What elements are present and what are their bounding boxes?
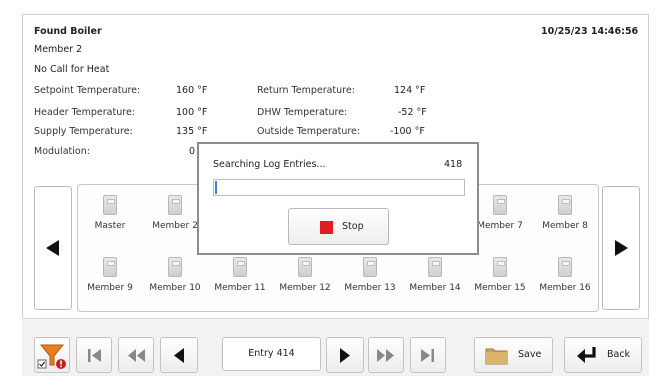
modulation-value: 0 [189,146,196,157]
last-entry-button[interactable] [410,337,446,373]
member-tile[interactable]: Member 14 [403,257,467,293]
status-text: No Call for Heat [34,64,110,75]
member-label: Member 8 [542,221,588,231]
boiler-icon [558,257,572,277]
back-label: Back [607,349,631,360]
member-tile[interactable]: Master [78,195,142,231]
datetime: 10/25/23 14:46:56 [541,26,639,37]
modulation-label: Modulation: [34,146,90,157]
member-name: Member 2 [34,44,83,55]
boiler-icon [493,195,507,215]
filter-button[interactable] [34,337,70,373]
back-button[interactable]: Back [564,337,642,373]
back-arrow-icon [577,347,596,363]
member-tile[interactable]: Member 16 [533,257,597,293]
fast-forward-icon [377,349,394,362]
member-label: Member 2 [152,221,198,231]
member-tile[interactable]: Member 10 [143,257,207,293]
arrow-right-icon [340,348,350,363]
boiler-icon [558,195,572,215]
search-log-dialog: Searching Log Entries... 418 Stop [197,142,479,255]
member-tile[interactable]: Member 8 [533,195,597,231]
filter-icon [37,344,66,369]
entry-field[interactable]: Entry 414 [222,337,321,371]
header-temp-value: 100 °F [176,107,208,118]
outside-value: -100 °F [390,126,425,137]
skip-first-icon [88,349,101,362]
dhw-label: DHW Temperature: [257,107,348,118]
member-label: Member 12 [279,283,331,293]
save-label: Save [518,349,542,360]
skip-last-icon [421,349,434,362]
member-label: Member 15 [474,283,526,293]
stop-label: Stop [342,221,364,232]
boiler-icon [168,257,182,277]
supply-label: Supply Temperature: [34,126,133,137]
stop-icon [320,221,333,234]
member-label: Member 14 [409,283,461,293]
stop-button[interactable]: Stop [288,208,389,245]
progress-bar [213,179,465,196]
return-label: Return Temperature: [257,85,355,96]
setpoint-value: 160 °F [176,85,208,96]
boiler-icon [363,257,377,277]
member-label: Member 10 [149,283,201,293]
member-label: Member 16 [539,283,591,293]
setpoint-label: Setpoint Temperature: [34,85,141,96]
rewind-icon [128,349,145,362]
boiler-icon [428,257,442,277]
boiler-icon [233,257,247,277]
next-entry-button[interactable] [326,337,364,373]
rewind-button[interactable] [118,337,154,373]
boiler-icon [168,195,182,215]
supply-value: 135 °F [176,126,208,137]
boiler-icon [298,257,312,277]
member-tile[interactable]: Member 9 [78,257,142,293]
boiler-icon [103,195,117,215]
arrow-right-icon [615,240,628,256]
next-page-button[interactable] [602,186,640,310]
folder-icon [485,348,508,365]
boiler-icon [103,257,117,277]
dhw-value: -52 °F [398,107,427,118]
save-button[interactable]: Save [474,337,553,373]
return-value: 124 °F [394,85,426,96]
entry-count: 418 [444,159,463,170]
member-tile[interactable]: Member 12 [273,257,337,293]
outside-label: Outside Temperature: [257,126,361,137]
member-label: Member 7 [477,221,523,231]
member-label: Master [94,221,126,231]
boiler-icon [493,257,507,277]
fast-forward-button[interactable] [368,337,404,373]
member-tile[interactable]: Member 15 [468,257,532,293]
header-temp-label: Header Temperature: [34,107,135,118]
first-entry-button[interactable] [76,337,112,373]
toolbar: Entry 414 Save Back [22,318,649,376]
arrow-left-icon [174,348,184,363]
arrow-left-icon [46,240,59,256]
member-label: Member 13 [344,283,396,293]
member-label: Member 9 [87,283,133,293]
prev-entry-button[interactable] [160,337,198,373]
member-label: Member 11 [214,283,266,293]
page-title: Found Boiler [34,26,102,37]
member-tile[interactable]: Member 11 [208,257,272,293]
prev-page-button[interactable] [34,186,72,310]
progress-fill [215,181,217,194]
member-tile[interactable]: Member 13 [338,257,402,293]
dialog-message: Searching Log Entries... [213,159,326,170]
